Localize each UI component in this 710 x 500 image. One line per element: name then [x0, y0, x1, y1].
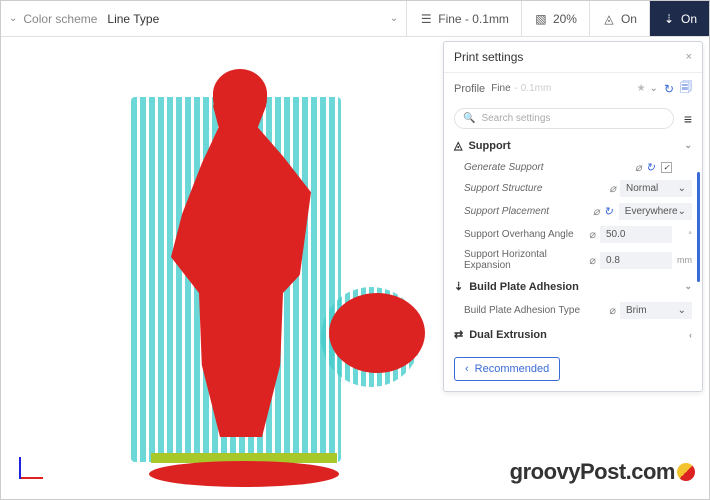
setting-support-placement: Support Placement ⌀ ↻ Everywhere⌄: [444, 200, 702, 223]
infill-label: 20%: [553, 12, 577, 26]
color-scheme-label: Color scheme: [23, 12, 97, 26]
section-adhesion[interactable]: ⇣ Build Plate Adhesion ⌄: [444, 274, 702, 299]
close-icon[interactable]: ×: [686, 51, 692, 63]
support-toggle[interactable]: ◬ On: [589, 1, 649, 36]
star-icon: ★: [637, 83, 646, 94]
horizontal-expansion-input[interactable]: 0.8: [600, 252, 672, 269]
setting-support-structure: Support Structure ⌀ Normal⌄: [444, 177, 702, 200]
chevron-down-icon: ⌄: [678, 305, 686, 316]
link-icon[interactable]: ⌀: [609, 182, 616, 195]
adhesion-icon: ⇣: [662, 12, 676, 26]
generate-support-checkbox[interactable]: ✓: [661, 162, 672, 173]
search-icon: 🔍: [463, 113, 475, 124]
watermark: groovyPost.com: [510, 459, 695, 485]
support-placement-select[interactable]: Everywhere⌄: [619, 203, 692, 220]
setting-generate-support: Generate Support ⌀ ↻ ✓: [444, 158, 702, 177]
scrollbar[interactable]: [697, 172, 700, 282]
search-placeholder: Search settings: [481, 113, 550, 124]
search-input[interactable]: 🔍 Search settings: [454, 108, 674, 129]
hamburger-icon[interactable]: ≡: [684, 111, 692, 127]
link-icon[interactable]: ⌀: [609, 304, 616, 317]
reset-icon[interactable]: ↻: [646, 161, 655, 174]
setting-overhang-angle: Support Overhang Angle ⌀ 50.0 °: [444, 223, 702, 246]
chevron-down-icon: ⌄: [390, 13, 398, 24]
quality-selector[interactable]: ☰ Fine - 0.1mm: [406, 1, 521, 36]
profile-label: Profile: [454, 83, 485, 95]
print-settings-panel: Print settings × Profile Fine - 0.1mm ★ …: [443, 41, 703, 392]
section-support[interactable]: ◬ Support ⌄: [444, 133, 702, 158]
chevron-down-icon: ⌄: [9, 13, 17, 24]
support-label: On: [621, 12, 637, 26]
infill-icon: ▧: [534, 12, 548, 26]
section-dual-extrusion[interactable]: ⇄ Dual Extrusion ‹: [444, 322, 702, 347]
adhesion-type-select[interactable]: Brim⌄: [620, 302, 692, 319]
link-icon[interactable]: ⌀: [635, 161, 642, 174]
color-scheme-selector[interactable]: ⌄ Color scheme Line Type ⌄: [1, 12, 406, 26]
infill-selector[interactable]: ▧ 20%: [521, 1, 589, 36]
link-icon[interactable]: ⌀: [589, 254, 596, 267]
quality-label: Fine - 0.1mm: [438, 12, 509, 26]
support-icon: ◬: [454, 139, 462, 152]
reset-icon[interactable]: ↻: [604, 205, 613, 218]
panel-title: Print settings: [454, 50, 523, 64]
link-icon[interactable]: ⌀: [593, 205, 600, 218]
link-icon[interactable]: ⌀: [589, 228, 596, 241]
profile-row: Profile Fine - 0.1mm ★ ⌄ ↻ 🗐: [444, 73, 702, 104]
profile-selector[interactable]: Fine - 0.1mm ★ ⌄: [491, 83, 658, 94]
support-structure-select[interactable]: Normal⌄: [620, 180, 692, 197]
overhang-angle-input[interactable]: 50.0: [600, 226, 672, 243]
chevron-left-icon: ‹: [689, 330, 692, 340]
sliders-icon: ☰: [419, 12, 433, 26]
reset-icon[interactable]: ↻: [664, 82, 674, 96]
chevron-down-icon: ⌄: [678, 183, 686, 194]
chevron-down-icon: ⌄: [684, 281, 692, 292]
top-toolbar: ⌄ Color scheme Line Type ⌄ ☰ Fine - 0.1m…: [1, 1, 709, 37]
recommended-button[interactable]: ‹ Recommended: [454, 357, 560, 381]
support-icon: ◬: [602, 12, 616, 26]
chevron-down-icon: ⌄: [684, 140, 692, 151]
model-preview: [91, 47, 411, 487]
adhesion-icon: ⇣: [454, 280, 463, 293]
chevron-down-icon: ⌄: [650, 83, 658, 94]
chevron-down-icon: ⌄: [678, 206, 686, 217]
dual-extrusion-icon: ⇄: [454, 328, 463, 341]
setting-horizontal-expansion: Support Horizontal Expansion ⌀ 0.8 mm: [444, 246, 702, 274]
adhesion-toggle[interactable]: ⇣ On: [649, 1, 709, 36]
adhesion-label: On: [681, 12, 697, 26]
chevron-left-icon: ‹: [465, 363, 469, 375]
setting-adhesion-type: Build Plate Adhesion Type ⌀ Brim⌄: [444, 299, 702, 322]
save-icon[interactable]: 🗐: [680, 78, 692, 99]
color-scheme-value: Line Type: [103, 12, 163, 26]
